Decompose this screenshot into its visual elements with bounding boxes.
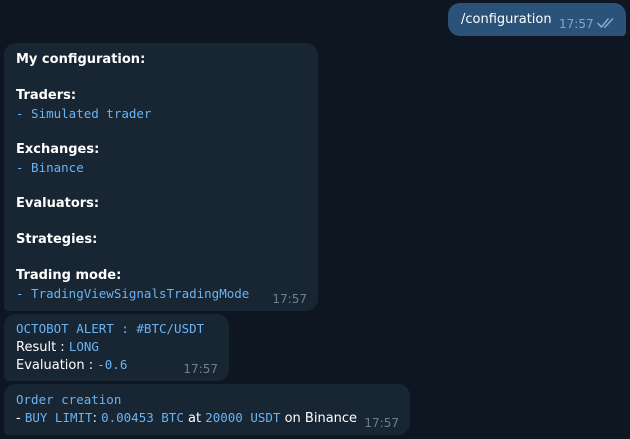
- config-title: My configuration:: [16, 52, 146, 67]
- outgoing-message-time: 17:57: [559, 17, 594, 31]
- result-line: Result : LONG: [16, 339, 99, 356]
- order-header: Order creation: [16, 392, 122, 407]
- alert-header: OCTOBOT ALERT : #BTC/USDT: [16, 321, 205, 336]
- trading-mode-value: - TradingViewSignalsTradingMode: [16, 286, 250, 301]
- order-message-time: 17:57: [364, 416, 399, 430]
- order-amount: 0.00453 BTC: [101, 410, 184, 425]
- evaluators-label: Evaluators:: [16, 196, 100, 211]
- outgoing-message[interactable]: /configuration 17:57: [448, 3, 626, 36]
- order-colon: :: [92, 411, 102, 426]
- evaluation-line: Evaluation : -0.6: [16, 357, 127, 374]
- double-check-icon: [597, 18, 614, 28]
- strategies-label: Strategies:: [16, 232, 98, 247]
- alert-message-time: 17:57: [183, 362, 218, 376]
- alert-message[interactable]: OCTOBOT ALERT : #BTC/USDT Result : LONG …: [4, 314, 229, 381]
- order-line: - BUY LIMIT: 0.00453 BTC at 20000 USDT o…: [16, 410, 357, 427]
- order-prefix: -: [16, 411, 25, 426]
- evaluation-label: Evaluation :: [16, 358, 98, 373]
- result-value: LONG: [68, 339, 99, 354]
- exchanges-value: - Binance: [16, 160, 84, 175]
- order-exchange: on Binance: [280, 411, 358, 426]
- config-message-time: 17:57: [272, 292, 307, 306]
- order-at: at: [183, 411, 206, 426]
- result-label: Result :: [16, 340, 69, 355]
- outgoing-message-text: /configuration: [461, 12, 552, 27]
- traders-label: Traders:: [16, 88, 77, 103]
- configuration-message[interactable]: My configuration: Traders: - Simulated t…: [4, 43, 318, 311]
- order-price: 20000 USDT: [205, 410, 281, 425]
- traders-value: - Simulated trader: [16, 106, 152, 121]
- exchanges-label: Exchanges:: [16, 142, 100, 157]
- evaluation-value: -0.6: [97, 357, 128, 372]
- order-message[interactable]: Order creation - BUY LIMIT: 0.00453 BTC …: [4, 384, 410, 435]
- order-side: BUY LIMIT: [24, 410, 93, 425]
- trading-mode-label: Trading mode:: [16, 268, 122, 283]
